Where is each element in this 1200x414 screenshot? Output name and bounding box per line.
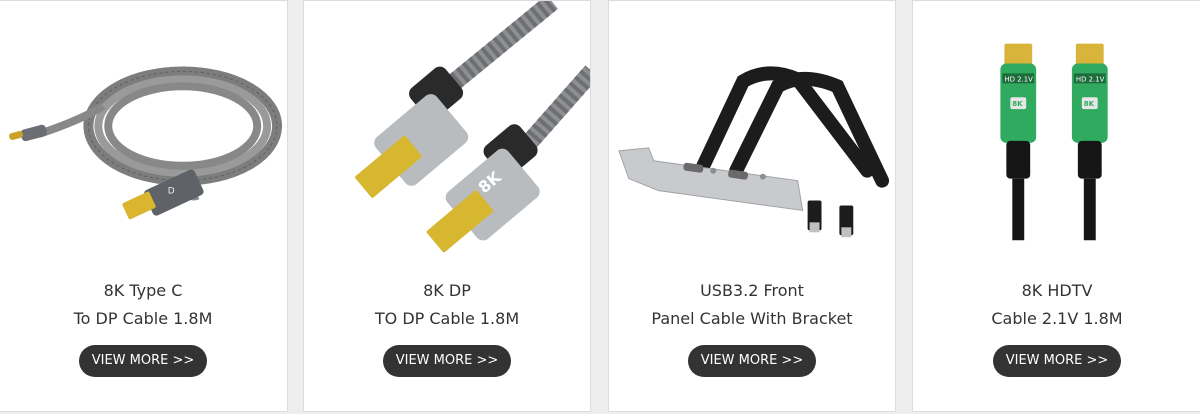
hdtv-connector-label: HD 2.1V [1076, 75, 1105, 83]
hdtv-connector-badge: 8K [1084, 100, 1095, 108]
product-title: 8K HDTV Cable 2.1V 1.8M [913, 277, 1200, 333]
view-more-button[interactable]: VIEW MORE >> [993, 345, 1121, 377]
view-more-button[interactable]: VIEW MORE >> [688, 345, 816, 377]
product-title-line-1: 8K Type C [103, 281, 183, 300]
svg-text:D: D [168, 187, 175, 197]
product-title: 8K Type C To DP Cable 1.8M [0, 277, 287, 333]
product-title-line-1: USB3.2 Front [700, 281, 804, 300]
hdtv-connector-badge: 8K [1012, 100, 1023, 108]
hdtv-connector-label: HD 2.1V [1004, 75, 1033, 83]
product-title-line-1: 8K DP [423, 281, 471, 300]
product-title-line-2: TO DP Cable 1.8M [374, 309, 520, 328]
product-card-hdtv-cable[interactable]: HD 2.1V 8K HD 2.1V 8K 8K HDTV Cable 2.1V… [912, 0, 1200, 412]
product-title-line-2: Panel Cable With Bracket [651, 309, 853, 328]
product-image-type-c-to-dp-cable[interactable]: D [0, 1, 287, 261]
view-more-button[interactable]: VIEW MORE >> [383, 345, 511, 377]
product-card-type-c-to-dp[interactable]: D 8K Type C To DP Cable 1.8M VIEW MORE >… [0, 0, 288, 412]
product-card-dp-to-dp[interactable]: 8K 8K DP TO DP Cable 1.8M VIEW MORE >> [303, 0, 591, 412]
product-title: USB3.2 Front Panel Cable With Bracket [609, 277, 895, 333]
product-image-dp-to-dp-cable[interactable]: 8K [304, 1, 590, 261]
product-title-line-1: 8K HDTV [1021, 281, 1093, 300]
view-more-button[interactable]: VIEW MORE >> [79, 345, 207, 377]
product-title-line-2: Cable 2.1V 1.8M [991, 309, 1123, 328]
product-grid: D 8K Type C To DP Cable 1.8M VIEW MORE >… [0, 0, 1200, 414]
product-image-usb32-front-panel-cable[interactable] [609, 1, 895, 261]
product-image-hdtv-cable[interactable]: HD 2.1V 8K HD 2.1V 8K [913, 1, 1200, 261]
product-title: 8K DP TO DP Cable 1.8M [304, 277, 590, 333]
product-title-line-2: To DP Cable 1.8M [73, 309, 213, 328]
product-card-usb32-front-panel[interactable]: USB3.2 Front Panel Cable With Bracket VI… [608, 0, 896, 412]
